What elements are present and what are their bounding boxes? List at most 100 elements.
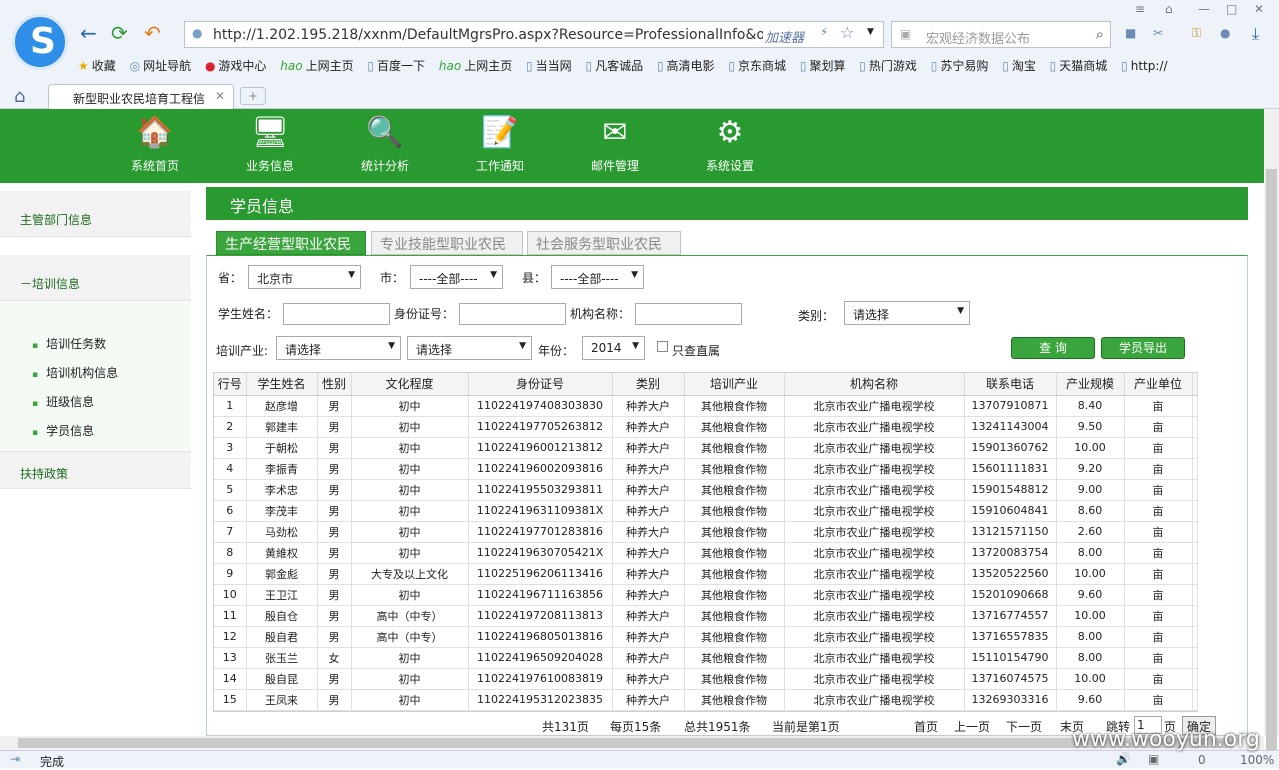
table-row[interactable]: 4 李振青男初中 110224196002093816 种养大户 其他粮食作物 北京市农业… — [214, 458, 1198, 480]
sidebar-item-classes[interactable]: 班级信息 — [0, 387, 191, 416]
bookmark-item[interactable]: ▯ 当当网 — [526, 57, 572, 74]
bookmark-item[interactable]: ▯ 高清电影 — [657, 57, 715, 74]
table-row[interactable]: 11 殷自仓男高中（中专） 110224197208113813 种养大户 其他粮食作物… — [214, 605, 1198, 627]
category-select[interactable]: 请选择 — [844, 301, 970, 325]
prev-page-link[interactable]: 上一页 — [954, 718, 990, 735]
toolbar-icon-1[interactable]: ■ — [1125, 26, 1136, 40]
lightning-icon[interactable]: ⚡ — [820, 25, 828, 39]
table-row[interactable]: 9 郭金彪男大专及以上文化 110225196206113416 种养大户 其他粮食作物… — [214, 563, 1198, 585]
tab-skills[interactable]: 专业技能型职业农民 — [371, 231, 523, 255]
menu-icon[interactable]: ≡ — [1135, 2, 1145, 16]
industry-select-2[interactable]: 请选择 — [407, 336, 532, 360]
search-engine-icon[interactable]: ▣ — [900, 27, 911, 41]
vertical-scrollbar[interactable] — [1264, 109, 1279, 759]
table-row[interactable]: 8 黄維权男初中 11022419630705421X 种养大户 其他粮食作物 北京市农业… — [214, 542, 1198, 564]
minimize-icon[interactable]: — — [1198, 2, 1210, 16]
volume-icon[interactable]: 🔊 — [1116, 752, 1131, 766]
sidebar-item-training[interactable]: －培训信息 — [0, 255, 191, 301]
bookmark-item[interactable]: ▯ 凡客诚品 — [585, 57, 643, 74]
direct-only-checkbox[interactable] — [657, 341, 668, 352]
table-row[interactable]: 2 郭建丰男初中 110224197705263812 种养大户 其他粮食作物 北京市农业… — [214, 416, 1198, 438]
sidebar-item-tasks[interactable]: 培训任务数 — [0, 329, 191, 358]
search-box[interactable]: ▣ 宏观经济数据公布 ⌕ — [891, 21, 1111, 48]
table-row[interactable]: 13 张玉兰女初中 110224196509204028 种养大户 其他粮食作物 北京市农… — [214, 647, 1198, 669]
horizontal-scroll-thumb[interactable] — [18, 738, 1233, 748]
restore-icon[interactable]: □ — [1226, 2, 1237, 16]
student-name-input[interactable] — [283, 303, 390, 325]
nav-business[interactable]: 🖥 业务信息 — [225, 109, 315, 183]
id-number-input[interactable] — [459, 303, 566, 325]
table-row[interactable]: 12 殷自君男高中（中专） 110224196805013816 种养大户 其他粮食作物… — [214, 626, 1198, 648]
bookmark-item[interactable]: ▯ http:// — [1121, 59, 1167, 73]
skin-icon[interactable]: ⌂ — [1165, 2, 1173, 16]
back-icon[interactable]: ← — [80, 22, 97, 44]
first-page-link[interactable]: 首页 — [914, 718, 938, 735]
bookmark-item[interactable]: hao 上网主页 — [439, 57, 512, 74]
county-select[interactable]: ----全部---- — [551, 265, 644, 289]
bookmark-item[interactable]: ▯ 聚划算 — [800, 57, 846, 74]
close-tab-icon[interactable]: ✕ — [215, 89, 225, 103]
table-cell: 亩 — [1124, 521, 1193, 543]
address-dropdown-icon[interactable]: ▼ — [867, 27, 874, 37]
vertical-scroll-thumb[interactable] — [1266, 169, 1277, 759]
sidebar-toggle-icon[interactable]: ⇥ — [10, 752, 20, 766]
address-bar[interactable]: ● http://1.202.195.218/xxnm/DefaultMgrsP… — [184, 21, 884, 48]
download-icon[interactable]: ⤓ — [1252, 24, 1259, 44]
table-row[interactable]: 6 李茂丰男初中 11022419631109381X 种养大户 其他粮食作物 北京市农业… — [214, 500, 1198, 522]
bookmark-item[interactable]: ▯ 京东商城 — [728, 57, 786, 74]
nav-home[interactable]: 🏠 系统首页 — [110, 109, 200, 183]
zoom-level[interactable]: 100% — [1240, 753, 1274, 767]
tab-production[interactable]: 生产经营型职业农民 — [216, 231, 366, 255]
year-select[interactable]: 2014 — [582, 336, 645, 360]
new-tab-button[interactable]: + — [240, 87, 266, 105]
bookmark-item[interactable]: hao 上网主页 — [280, 57, 353, 74]
table-row[interactable]: 1 赵彦增男初中 110224197408303830 种养大户 其他粮食作物 北京市农业… — [214, 395, 1198, 417]
accelerator-link[interactable]: 加速器 — [765, 27, 804, 46]
industry-select-1[interactable]: 请选择 — [276, 336, 401, 360]
refresh-icon[interactable]: ⟳ — [111, 22, 128, 44]
search-icon[interactable]: ⌕ — [1096, 25, 1104, 43]
table-row[interactable]: 7 马劲松男初中 110224197701283816 种养大户 其他粮食作物 北京市农业… — [214, 521, 1198, 543]
chat-icon[interactable]: ● — [1220, 26, 1230, 40]
browser-logo-icon — [12, 14, 68, 70]
table-row[interactable]: 3 于朝松男初中 110224196001213812 种养大户 其他粮食作物 北京市农业… — [214, 437, 1198, 459]
table-row[interactable]: 5 李术忠男初中 110224195503293811 种养大户 其他粮食作物 北京市农业… — [214, 479, 1198, 501]
bookmark-item[interactable]: ▯ 苏宁易购 — [931, 57, 989, 74]
table-row[interactable]: 14 殷自昆男初中 110224197610083819 种养大户 其他粮食作物 北京市农… — [214, 668, 1198, 690]
nav-notice[interactable]: 📝 工作通知 — [455, 109, 545, 183]
export-button[interactable]: 学员导出 — [1101, 337, 1185, 359]
key-icon[interactable]: ⚿ — [1192, 26, 1201, 41]
bookmark-item[interactable]: ★ 收藏 — [78, 57, 116, 74]
sidebar-item-policy[interactable]: 扶持政策 — [0, 451, 191, 489]
nav-statistics[interactable]: 🔍 统计分析 — [340, 109, 430, 183]
bookmark-item[interactable]: ◎ 网址导航 — [130, 57, 192, 74]
star-icon[interactable]: ☆ — [840, 23, 854, 42]
bookmark-item[interactable]: ● 游戏中心 — [205, 57, 267, 74]
city-select[interactable]: ----全部---- — [410, 265, 503, 289]
close-window-icon[interactable]: ✕ — [1254, 2, 1264, 16]
tab-service[interactable]: 社会服务型职业农民 — [527, 231, 681, 255]
bookmark-item[interactable]: ▯ 淘宝 — [1002, 57, 1036, 74]
table-cell: 男 — [317, 500, 352, 522]
table-row[interactable]: 10 王卫江男初中 110224196711163856 种养大户 其他粮食作物 北京市农… — [214, 584, 1198, 606]
bookmark-item[interactable]: ▯ 热门游戏 — [859, 57, 917, 74]
nav-mail[interactable]: ✉ 邮件管理 — [570, 109, 660, 183]
nav-settings[interactable]: ⚙ 系统设置 — [685, 109, 775, 183]
bookmark-item[interactable]: ▯ 百度一下 — [367, 57, 425, 74]
province-select[interactable]: 北京市 — [248, 265, 361, 289]
org-name-input[interactable] — [635, 303, 742, 325]
browser-tab[interactable]: 新型职业农民培育工程信 ✕ — [48, 84, 234, 109]
table-row[interactable]: 15 王凤来男初中 110224195312023835 种养大户 其他粮食作物 北京市农… — [214, 689, 1198, 711]
address-text[interactable]: http://1.202.195.218/xxnm/DefaultMgrsPro… — [213, 27, 763, 43]
sidebar-item-institutions[interactable]: 培训机构信息 — [0, 358, 191, 387]
undo-icon[interactable]: ↶ — [144, 22, 161, 44]
bookmark-item[interactable]: ▯ 天猫商城 — [1050, 57, 1108, 74]
scissors-icon[interactable]: ✂ — [1153, 26, 1163, 40]
sidebar-item-dept[interactable]: 主管部门信息 — [0, 191, 191, 237]
query-button[interactable]: 查 询 — [1011, 337, 1095, 359]
next-page-link[interactable]: 下一页 — [1006, 718, 1042, 735]
screenshot-icon[interactable]: ▣ — [1148, 752, 1159, 766]
sidebar-item-students[interactable]: 学员信息 — [0, 416, 191, 445]
table-cell: 初中 — [351, 395, 469, 417]
home-icon[interactable]: ⌂ — [14, 86, 25, 107]
